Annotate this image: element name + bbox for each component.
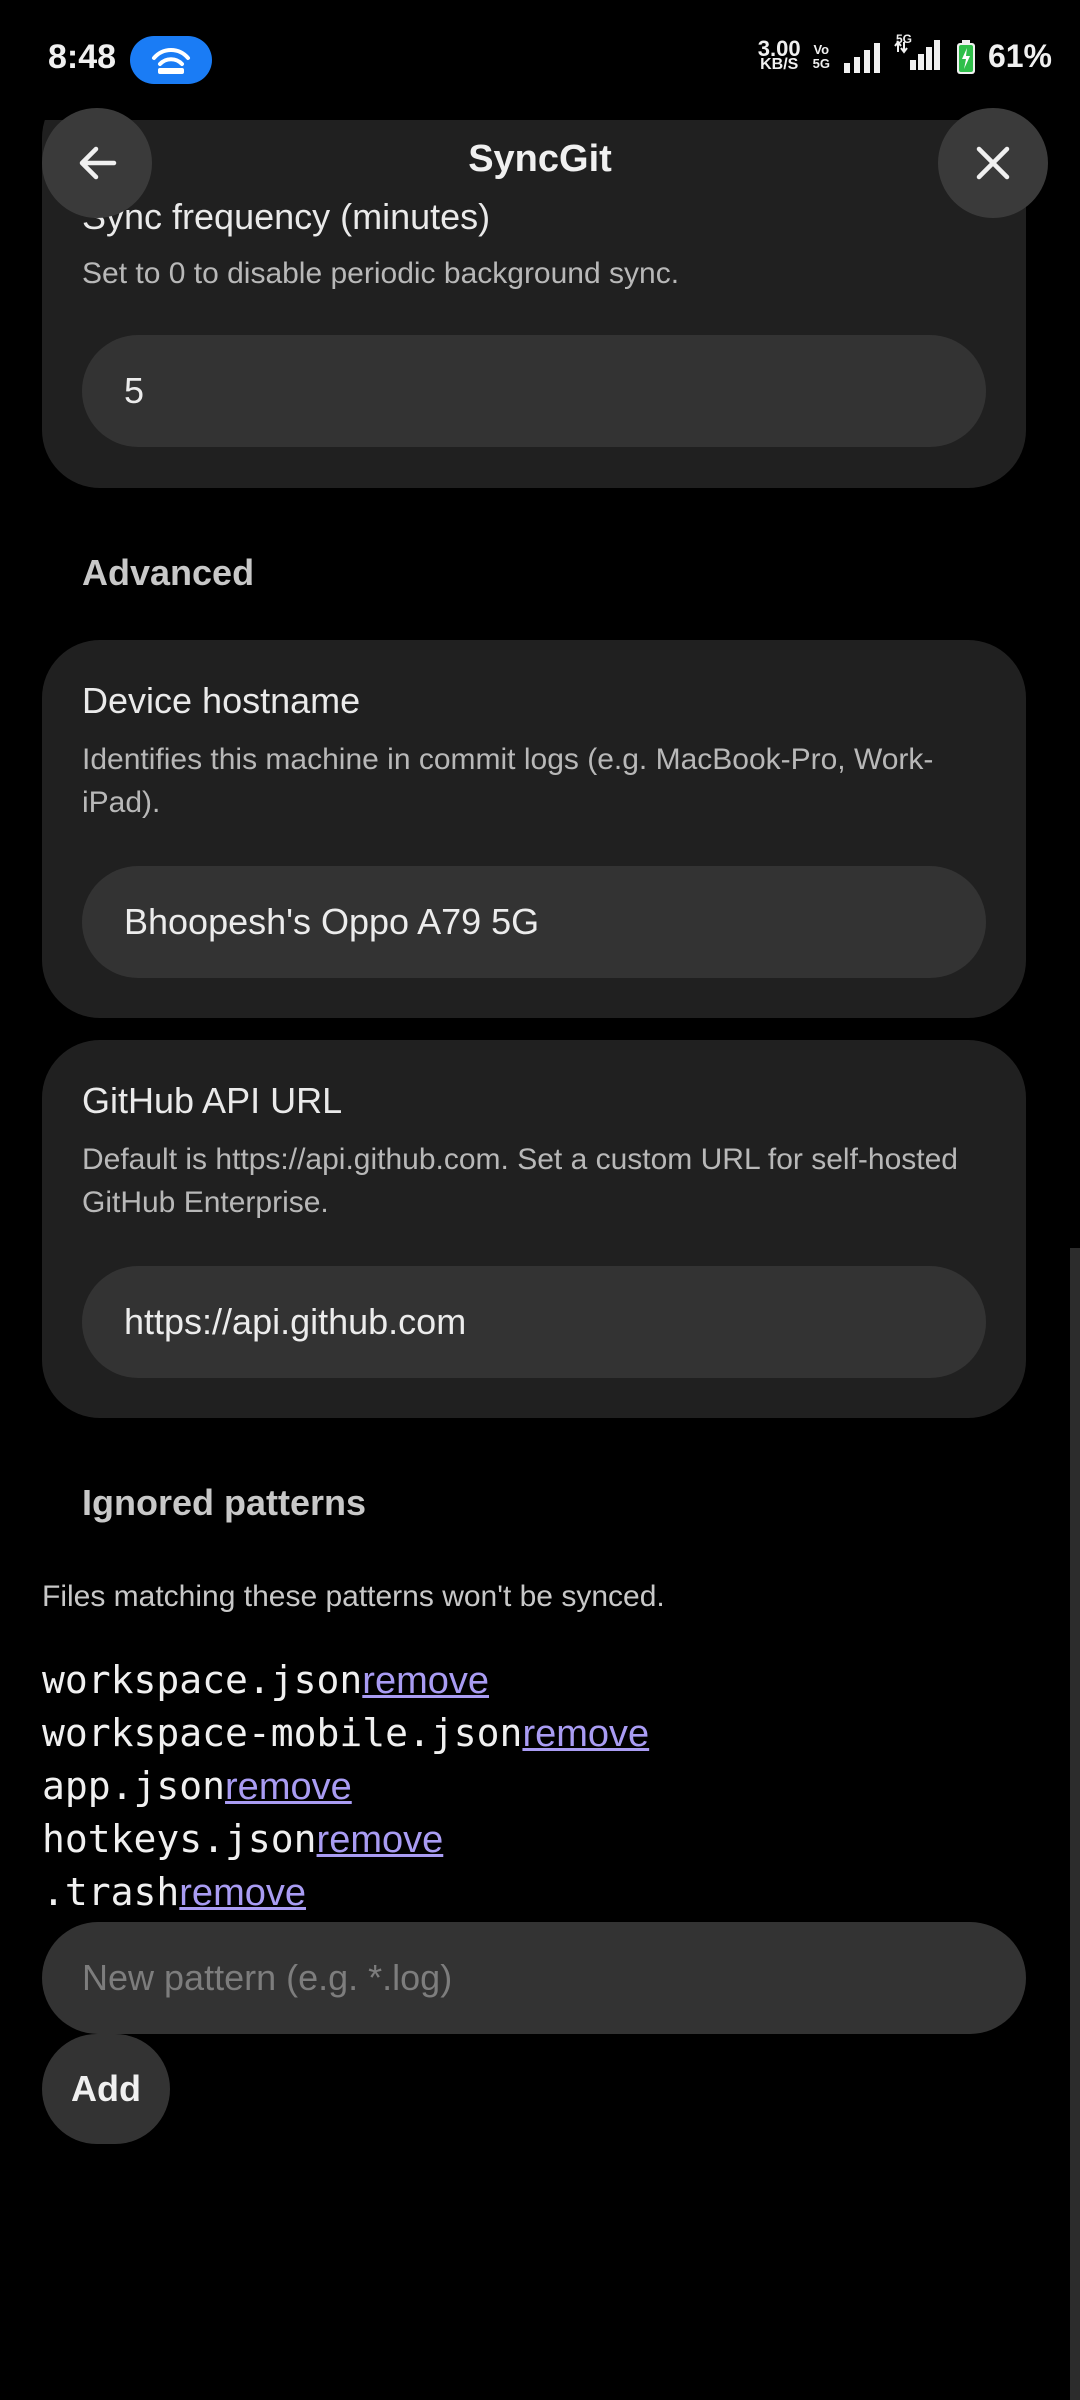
volte-indicator: Vo 5G xyxy=(812,41,830,71)
github-api-url-card: GitHub API URL Default is https://api.gi… xyxy=(42,1040,1026,1418)
battery-percent: 61% xyxy=(987,38,1052,74)
battery-charging-icon xyxy=(956,39,975,74)
ignored-patterns-section-label: Ignored patterns xyxy=(82,1482,367,1523)
sync-frequency-description: Set to 0 to disable periodic background … xyxy=(82,257,680,290)
pattern-item: workspace-mobile.jsonremove xyxy=(42,1707,649,1760)
ignored-patterns-description: Files matching these patterns won't be s… xyxy=(42,1580,665,1613)
pattern-item: .trashremove xyxy=(42,1866,649,1919)
hotspot-icon xyxy=(130,36,212,84)
ignored-patterns-list: workspace.jsonremove workspace-mobile.js… xyxy=(42,1654,649,1919)
pattern-item: hotkeys.jsonremove xyxy=(42,1813,649,1866)
github-api-url-title: GitHub API URL xyxy=(82,1080,343,1121)
pattern-text: workspace.json xyxy=(42,1658,363,1702)
remove-link[interactable]: remove xyxy=(362,1660,489,1702)
signal-5g-icon: 5G xyxy=(894,32,944,75)
status-indicators: 3.00 KB/S Vo 5G 5G 61% xyxy=(757,32,1052,75)
close-icon xyxy=(976,146,1010,180)
pattern-text: hotkeys.json xyxy=(42,1817,317,1861)
scrollbar[interactable] xyxy=(1070,1248,1080,2400)
add-pattern-button[interactable]: Add xyxy=(42,2034,170,2144)
github-api-url-input[interactable]: https://api.github.com xyxy=(82,1266,986,1378)
new-pattern-input[interactable] xyxy=(42,1922,1026,2034)
status-time: 8:48 xyxy=(48,38,117,76)
device-hostname-card: Device hostname Identifies this machine … xyxy=(42,640,1026,1018)
github-api-url-description: Default is https://api.github.com. Set a… xyxy=(82,1143,958,1219)
sync-frequency-input[interactable]: 5 xyxy=(82,335,986,447)
close-button[interactable] xyxy=(938,108,1048,218)
page-title: SyncGit xyxy=(468,138,612,180)
device-hostname-description: Identifies this machine in commit logs (… xyxy=(82,743,934,819)
signal-icon xyxy=(843,42,880,73)
device-hostname-title: Device hostname xyxy=(82,680,361,721)
remove-link[interactable]: remove xyxy=(179,1872,306,1914)
remove-link[interactable]: remove xyxy=(225,1766,352,1808)
status-bar: 8:48 3.00 KB/S Vo 5G 5G 61% xyxy=(0,0,1080,120)
device-hostname-input[interactable]: Bhoopesh's Oppo A79 5G xyxy=(82,866,986,978)
remove-link[interactable]: remove xyxy=(317,1819,444,1861)
pattern-text: workspace-mobile.json xyxy=(42,1711,523,1755)
sync-frequency-title: Sync frequency (minutes) xyxy=(82,196,491,237)
network-speed: 3.00 KB/S xyxy=(757,35,801,73)
pattern-item: app.jsonremove xyxy=(42,1760,649,1813)
advanced-section-label: Advanced xyxy=(82,552,255,593)
pattern-text: app.json xyxy=(42,1764,226,1808)
pattern-item: workspace.jsonremove xyxy=(42,1654,649,1707)
pattern-text: .trash xyxy=(42,1870,180,1914)
remove-link[interactable]: remove xyxy=(522,1713,649,1755)
